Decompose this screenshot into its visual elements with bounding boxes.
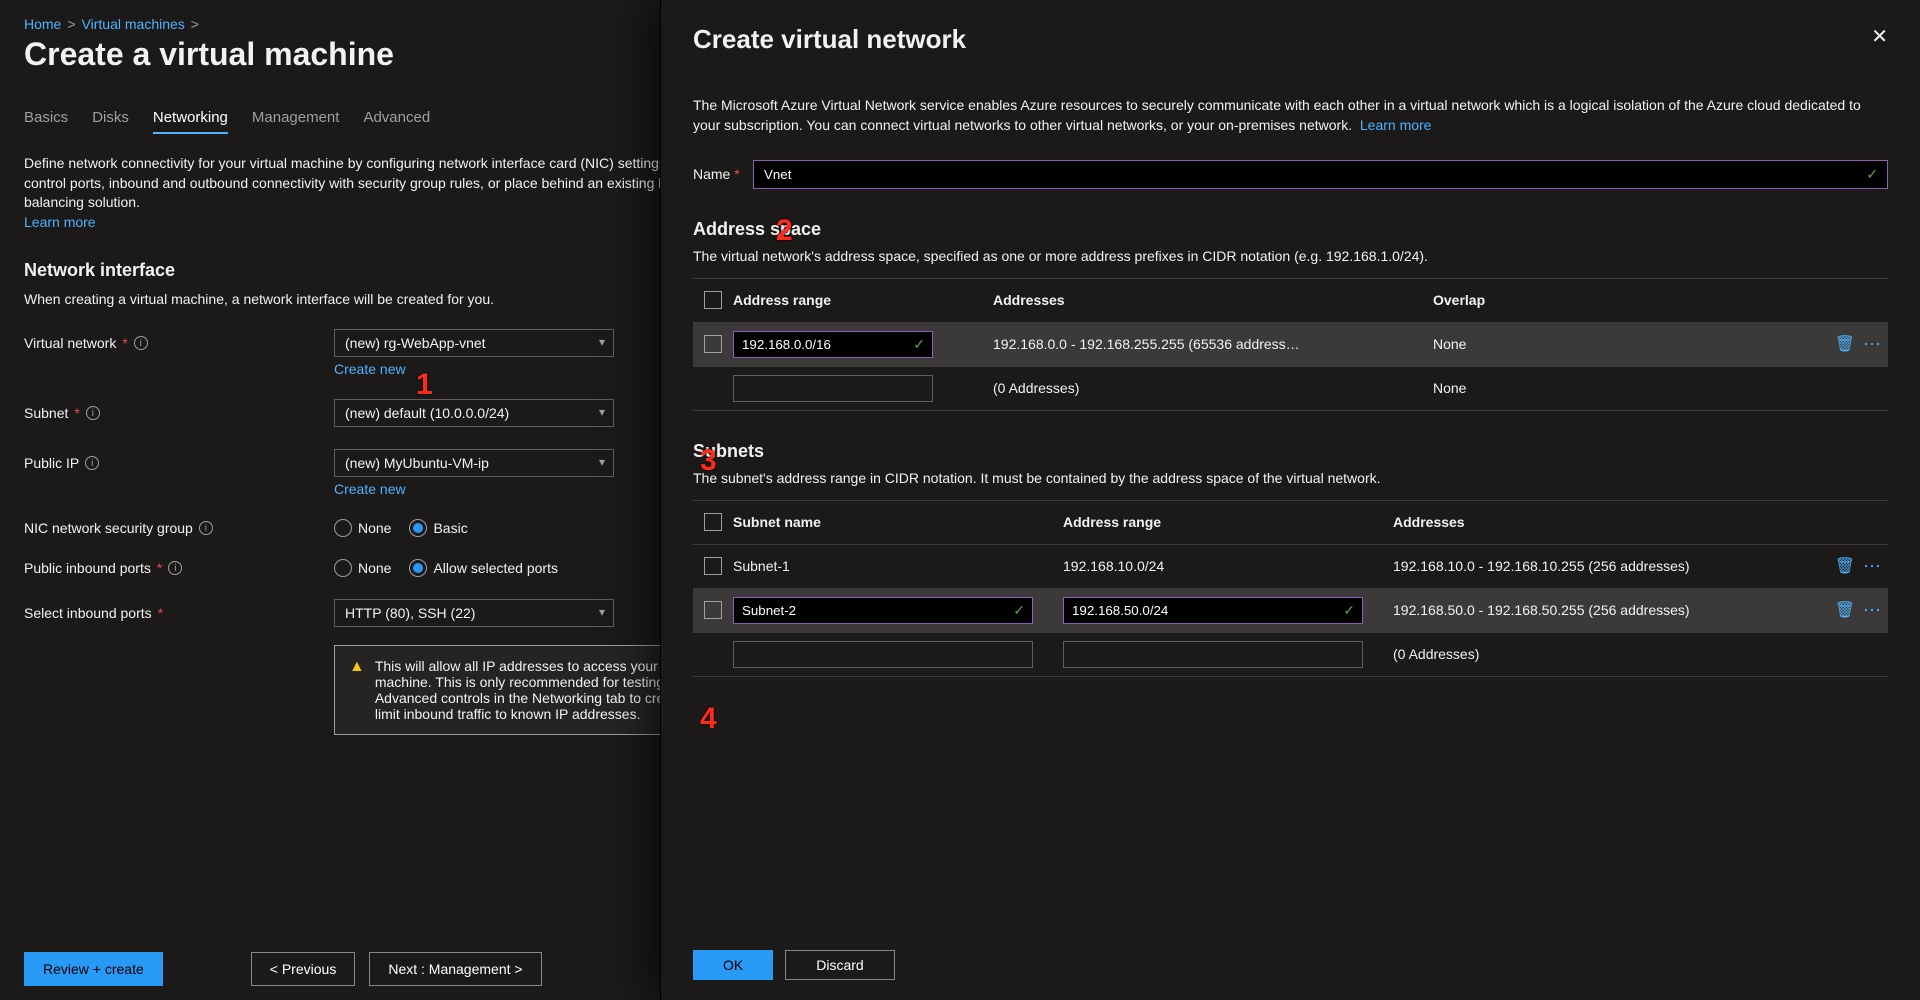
info-icon[interactable]: i bbox=[85, 456, 99, 470]
subnets-table: Subnet name Address range Addresses Subn… bbox=[693, 500, 1888, 677]
subnet-range-input[interactable] bbox=[1063, 597, 1363, 624]
check-icon: ✓ bbox=[1866, 166, 1878, 183]
address-range-input[interactable] bbox=[733, 375, 933, 402]
warning-icon: ▲ bbox=[349, 658, 365, 722]
row-checkbox[interactable] bbox=[704, 557, 722, 575]
subnet-name: Subnet-1 bbox=[733, 558, 1063, 574]
vnet-create-new[interactable]: Create new bbox=[334, 361, 406, 377]
address-count: (0 Addresses) bbox=[993, 380, 1433, 396]
subnet-range: 192.168.10.0/24 bbox=[1063, 558, 1393, 574]
subnets-sub: The subnet's address range in CIDR notat… bbox=[693, 470, 1888, 486]
subnet-addresses: (0 Addresses) bbox=[1393, 646, 1818, 662]
address-space-heading: Address space bbox=[693, 219, 1888, 240]
next-button[interactable]: Next : Management > bbox=[369, 952, 541, 986]
subnet-addresses: 192.168.10.0 - 192.168.10.255 (256 addre… bbox=[1393, 558, 1818, 574]
publicip-create-new[interactable]: Create new bbox=[334, 481, 406, 497]
ports-radio-allow[interactable]: Allow selected ports bbox=[409, 559, 558, 577]
breadcrumb-sep: > bbox=[191, 16, 199, 32]
delete-icon[interactable]: 🗑 bbox=[1835, 600, 1855, 620]
more-icon[interactable]: ⋯ bbox=[1863, 334, 1882, 355]
subnet-row: (0 Addresses) bbox=[693, 633, 1888, 677]
breadcrumb-home[interactable]: Home bbox=[24, 16, 61, 32]
publicip-label: Public IP i bbox=[24, 455, 334, 471]
info-icon[interactable]: i bbox=[134, 336, 148, 350]
subnet-label: Subnet* i bbox=[24, 405, 334, 421]
delete-icon[interactable]: 🗑 bbox=[1835, 334, 1855, 354]
address-row: (0 Addresses) None bbox=[693, 367, 1888, 411]
check-icon: ✓ bbox=[913, 336, 925, 353]
nsg-radio-basic[interactable]: Basic bbox=[409, 519, 467, 537]
ports-label: Public inbound ports* i bbox=[24, 560, 334, 576]
address-count: 192.168.0.0 - 192.168.255.255 (65536 add… bbox=[993, 336, 1433, 352]
address-range-input[interactable] bbox=[733, 331, 933, 358]
row-checkbox[interactable] bbox=[704, 601, 722, 619]
tab-advanced[interactable]: Advanced bbox=[363, 109, 430, 134]
select-ports-label: Select inbound ports* bbox=[24, 605, 334, 621]
tab-networking[interactable]: Networking bbox=[153, 109, 228, 134]
tab-basics[interactable]: Basics bbox=[24, 109, 68, 134]
review-create-button[interactable]: Review + create bbox=[24, 952, 163, 986]
subnet-name-input[interactable] bbox=[733, 641, 1033, 668]
address-row: ✓ 192.168.0.0 - 192.168.255.255 (65536 a… bbox=[693, 323, 1888, 367]
info-icon[interactable]: i bbox=[86, 406, 100, 420]
more-icon[interactable]: ⋯ bbox=[1863, 556, 1882, 577]
learn-more-link[interactable]: Learn more bbox=[24, 214, 96, 230]
overlap-value: None bbox=[1433, 336, 1818, 352]
vnet-name-input[interactable] bbox=[753, 160, 1888, 189]
publicip-dropdown[interactable]: (new) MyUbuntu-VM-ip bbox=[334, 449, 614, 477]
breadcrumb-vms[interactable]: Virtual machines bbox=[82, 16, 185, 32]
col-overlap: Overlap bbox=[1433, 292, 1818, 308]
check-icon: ✓ bbox=[1013, 602, 1025, 619]
delete-icon[interactable]: 🗑 bbox=[1835, 556, 1855, 576]
info-icon[interactable]: i bbox=[199, 521, 213, 535]
tab-disks[interactable]: Disks bbox=[92, 109, 129, 134]
select-ports-dropdown[interactable]: HTTP (80), SSH (22) bbox=[334, 599, 614, 627]
subnet-name-input[interactable] bbox=[733, 597, 1033, 624]
check-icon: ✓ bbox=[1343, 602, 1355, 619]
col-subnet-addresses: Addresses bbox=[1393, 514, 1818, 530]
discard-button[interactable]: Discard bbox=[785, 950, 894, 980]
address-table: Address range Addresses Overlap ✓ 192.16… bbox=[693, 278, 1888, 411]
subnet-addresses: 192.168.50.0 - 192.168.50.255 (256 addre… bbox=[1393, 602, 1818, 618]
select-all-checkbox[interactable] bbox=[704, 513, 722, 531]
nsg-radio-none[interactable]: None bbox=[334, 519, 391, 537]
subnet-range-input[interactable] bbox=[1063, 641, 1363, 668]
subnet-dropdown[interactable]: (new) default (10.0.0.0/24) bbox=[334, 399, 614, 427]
overlap-value: None bbox=[1433, 380, 1818, 396]
panel-description: The Microsoft Azure Virtual Network serv… bbox=[693, 95, 1888, 136]
close-icon[interactable]: ✕ bbox=[1871, 24, 1888, 49]
tab-management[interactable]: Management bbox=[252, 109, 340, 134]
col-address-range: Address range bbox=[733, 292, 993, 308]
previous-button[interactable]: < Previous bbox=[251, 952, 356, 986]
address-space-sub: The virtual network's address space, spe… bbox=[693, 248, 1888, 264]
create-vnet-panel: Create virtual network ✕ The Microsoft A… bbox=[660, 0, 1920, 1000]
subnet-row: Subnet-1 192.168.10.0/24 192.168.10.0 - … bbox=[693, 545, 1888, 589]
col-subnet-name: Subnet name bbox=[733, 514, 1063, 530]
info-icon[interactable]: i bbox=[168, 561, 182, 575]
ports-radio-none[interactable]: None bbox=[334, 559, 391, 577]
col-addresses: Addresses bbox=[993, 292, 1433, 308]
vnet-dropdown[interactable]: (new) rg-WebApp-vnet bbox=[334, 329, 614, 357]
panel-title: Create virtual network bbox=[693, 24, 966, 55]
subnet-row: ✓ ✓ 192.168.50.0 - 192.168.50.255 (256 a… bbox=[693, 589, 1888, 633]
panel-learn-more[interactable]: Learn more bbox=[1360, 117, 1432, 133]
select-all-checkbox[interactable] bbox=[704, 291, 722, 309]
col-subnet-range: Address range bbox=[1063, 514, 1393, 530]
nsg-label: NIC network security group i bbox=[24, 520, 334, 536]
vnet-label: Virtual network* i bbox=[24, 335, 334, 351]
breadcrumb-sep: > bbox=[67, 16, 75, 32]
ok-button[interactable]: OK bbox=[693, 950, 773, 980]
row-checkbox[interactable] bbox=[704, 335, 722, 353]
vnet-name-label: Name * bbox=[693, 166, 753, 182]
networking-description: Define network connectivity for your vir… bbox=[24, 154, 744, 232]
more-icon[interactable]: ⋯ bbox=[1863, 600, 1882, 621]
subnets-heading: Subnets bbox=[693, 441, 1888, 462]
